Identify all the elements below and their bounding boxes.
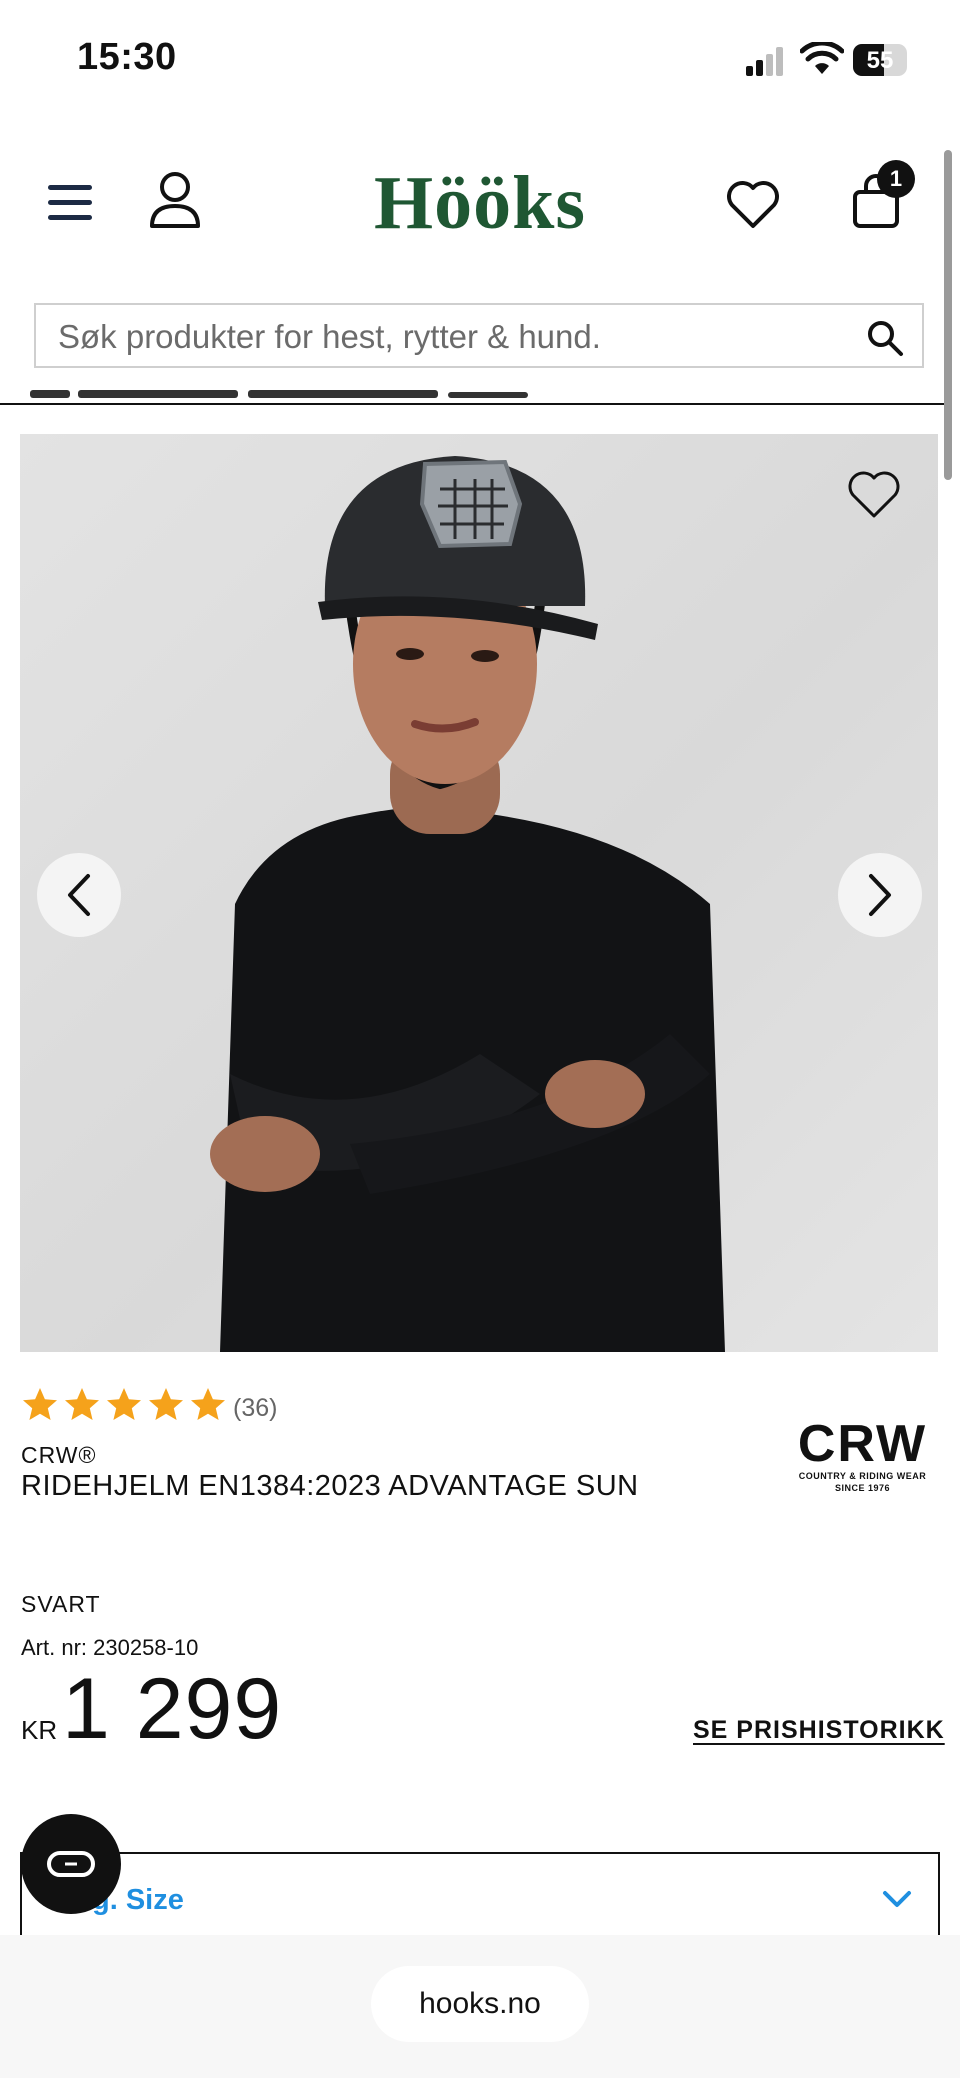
status-time: 15:30 [77, 36, 177, 78]
price-currency: KR [21, 1715, 58, 1745]
page-scrollbar[interactable] [944, 150, 952, 480]
chat-button[interactable] [21, 1814, 121, 1914]
star-icon [23, 1388, 57, 1420]
product-image[interactable] [20, 434, 938, 1352]
star-icon [149, 1388, 183, 1420]
obscured-breadcrumb [30, 390, 528, 398]
heart-icon [848, 471, 900, 518]
product-name: RIDEHJELM EN1384:2023 ADVANTAGE SUN [21, 1470, 639, 1502]
wifi-icon [800, 42, 844, 74]
star-icon [107, 1388, 141, 1420]
brand-logo-since: SINCE 1976 [834, 1483, 891, 1493]
hooks-logo[interactable]: Hööks [330, 160, 630, 247]
star-icon [65, 1388, 99, 1420]
chat-icon [47, 1851, 95, 1877]
account-button[interactable] [148, 170, 202, 230]
header-divider [0, 403, 948, 405]
brand-logo-text: CRW [797, 1415, 928, 1473]
brand-logo[interactable]: CRW COUNTRY & RIDING WEAR SINCE 1976 [795, 1418, 930, 1494]
search-bar [34, 303, 924, 368]
star-icon [191, 1388, 225, 1420]
product-price: 1 299 [62, 1661, 283, 1757]
brand-logo-tagline: COUNTRY & RIDING WEAR [798, 1471, 927, 1481]
cell-signal-icon [746, 47, 783, 76]
article-number: Art. nr: 230258-10 [21, 1635, 199, 1660]
add-to-wishlist-button[interactable] [846, 466, 902, 522]
user-icon [150, 172, 200, 228]
chevron-down-icon [883, 1891, 911, 1907]
wishlist-button[interactable] [725, 178, 781, 230]
review-count[interactable]: (36) [233, 1394, 277, 1423]
next-image-button[interactable] [838, 853, 922, 937]
menu-icon [48, 185, 92, 220]
search-input[interactable] [56, 313, 860, 361]
size-select[interactable]: g. Size [20, 1852, 940, 1942]
cart-count-badge: 1 [877, 160, 915, 198]
browser-url-bar[interactable]: hooks.no [371, 1966, 589, 2042]
previous-image-button[interactable] [37, 853, 121, 937]
chevron-left-icon [68, 874, 90, 916]
product-brand: CRW® [21, 1442, 97, 1468]
product-photo-illustration [210, 456, 725, 1352]
search-icon[interactable] [866, 319, 904, 357]
battery-indicator: 55 [853, 44, 907, 76]
battery-level: 55 [866, 47, 894, 74]
menu-button[interactable] [46, 180, 98, 226]
heart-icon [727, 181, 779, 228]
rating-stars[interactable] [22, 1387, 226, 1423]
chevron-right-icon [869, 874, 891, 916]
price-history-link[interactable]: SE PRISHISTORIKK [693, 1716, 945, 1745]
product-color: SVART [21, 1591, 101, 1617]
